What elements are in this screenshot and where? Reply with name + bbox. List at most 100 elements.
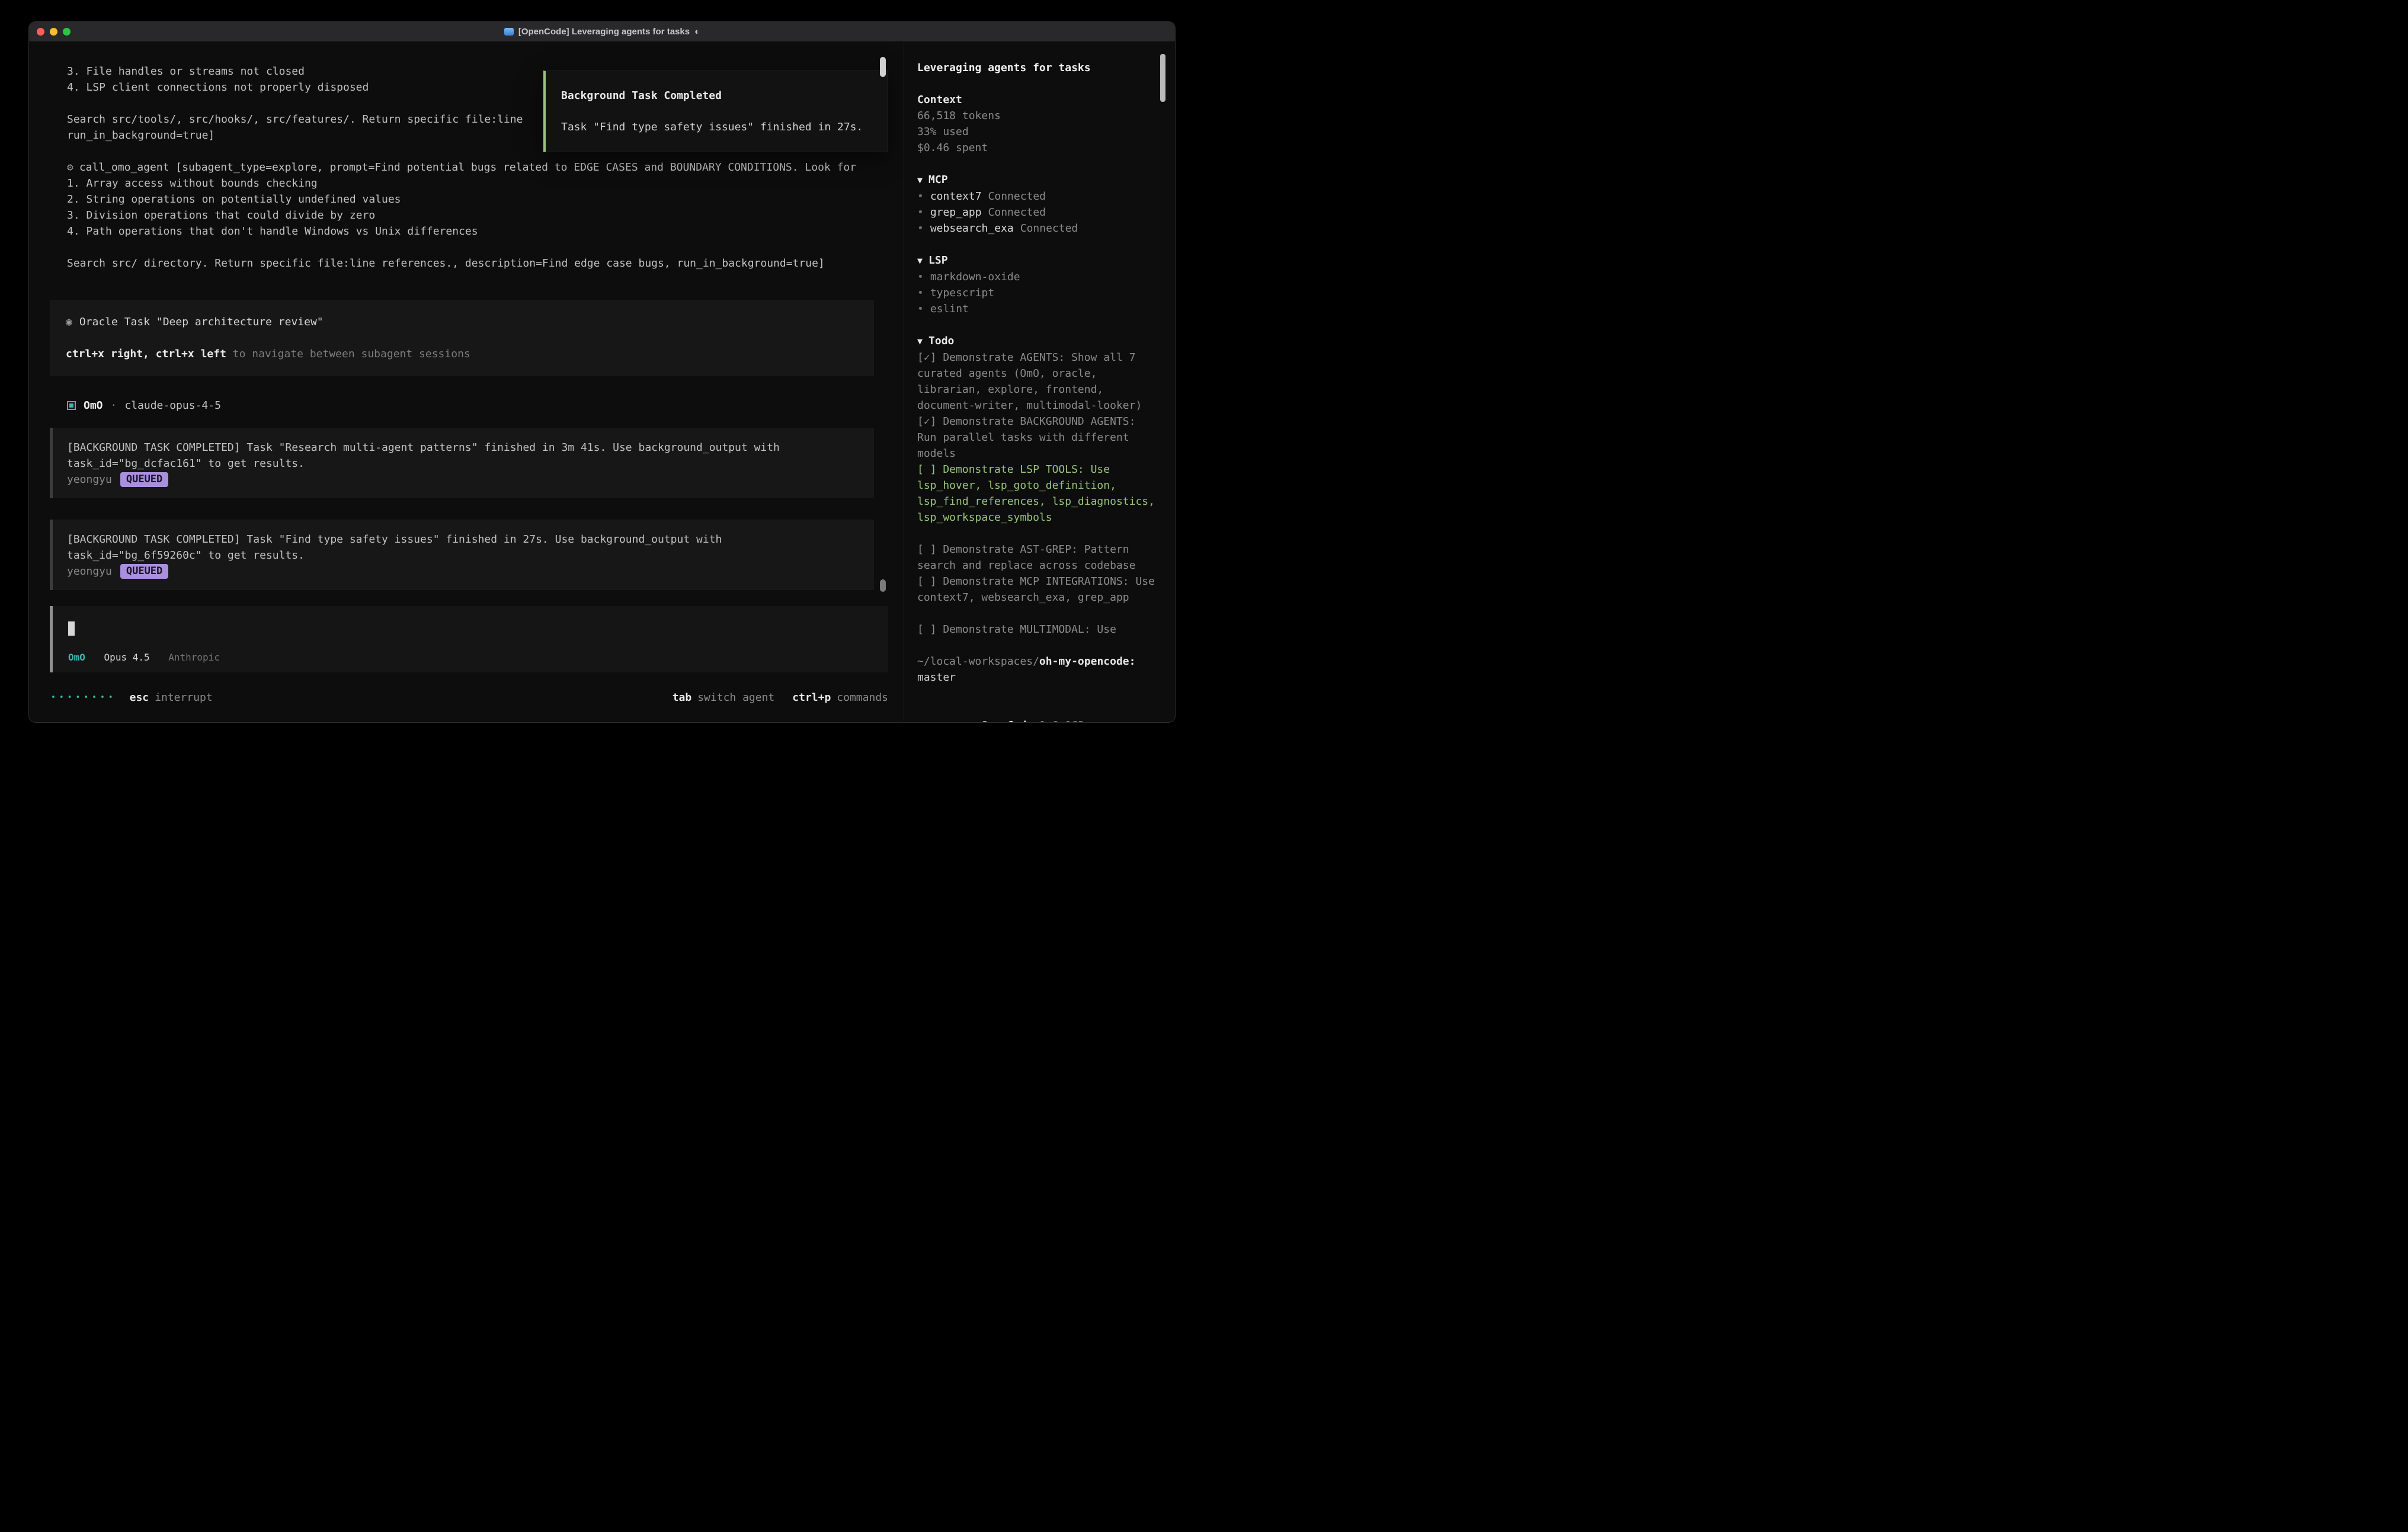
todo-section-heading[interactable]: ▼Todo [917, 333, 1157, 350]
terminal-window: [OpenCode] Leveraging agents for tasks ◐… [28, 21, 1176, 723]
tool-call-item: 3. Division operations that could divide… [50, 207, 888, 223]
progress-icon: ◐ [694, 27, 700, 37]
ctrlp-key-label: ctrl+p [792, 691, 831, 704]
chat-scrollbar-thumb-bottom[interactable] [880, 579, 886, 592]
mcp-status: Connected [988, 190, 1046, 203]
tool-call-line: ⚙ call_omo_agent [subagent_type=explore, … [50, 159, 888, 175]
minimize-button[interactable] [50, 28, 57, 36]
todo-spacer [917, 605, 1157, 621]
tool-call-item: 4. Path operations that don't handle Win… [50, 223, 888, 239]
lsp-item: • eslint [917, 301, 1157, 317]
collapse-arrow-icon: ▼ [917, 175, 923, 185]
status-badge: QUEUED [120, 472, 168, 487]
mcp-name: grep_app [930, 206, 982, 219]
tool-call-tail: Search src/ directory. Return specific f… [50, 255, 888, 271]
agent-checkbox-icon [67, 401, 76, 410]
app-name-bold: Code [1007, 719, 1033, 722]
bullet-icon: • [917, 206, 924, 219]
toast-title: Background Task Completed [561, 88, 872, 104]
workspace-repo: oh-my-opencode: [1039, 655, 1136, 668]
oracle-task-title-line: ◉ Oracle Task "Deep architecture review" [66, 314, 860, 330]
context-heading: Context [917, 92, 1157, 108]
tool-call-text: call_omo_agent [subagent_type=explore, p… [79, 161, 856, 174]
gear-icon: ⚙ [67, 161, 73, 174]
sidebar[interactable]: Leveraging agents for tasks Context 66,5… [904, 42, 1175, 722]
window-icon [504, 28, 514, 36]
mcp-section-heading[interactable]: ▼ MCP [917, 172, 1157, 188]
todo-item: [ ] Demonstrate MULTIMODAL: Use [917, 621, 1157, 637]
status-badge: QUEUED [120, 564, 168, 579]
todo-item: [ ] Demonstrate MCP INTEGRATIONS: Use co… [917, 573, 1157, 605]
context-used: 33% used [917, 124, 1157, 140]
todo-item: [✓] Demonstrate BACKGROUND AGENTS: Run p… [917, 414, 1157, 461]
oracle-status-icon: ◉ [66, 316, 72, 328]
panel-spacer [66, 330, 860, 346]
toast-body: Task "Find type safety issues" finished … [561, 119, 872, 135]
message-author: yeongyu [67, 563, 112, 579]
lsp-heading-label: LSP [928, 254, 948, 267]
workspace-prefix: ~/local-workspaces/ [917, 655, 1039, 668]
bullet-icon: • [917, 303, 924, 315]
model-name: Opus 4.5 [104, 652, 150, 663]
tool-call-item: 1. Array access without bounds checking [50, 175, 888, 191]
lsp-section-heading[interactable]: ▼LSP [917, 252, 1157, 269]
tab-key-label: tab [673, 691, 692, 704]
tool-call-item: 2. String operations on potentially unde… [50, 191, 888, 207]
bullet-icon: • [917, 287, 924, 299]
mcp-heading-label: MCP [928, 174, 948, 186]
model-info-line: OmO Opus 4.5 Anthropic [68, 652, 874, 668]
lsp-item: •markdown-oxide [917, 269, 1157, 285]
agent-model: claude-opus-4-5 [124, 398, 221, 414]
lsp-name: markdown-oxide [930, 271, 1020, 283]
toast-notification[interactable]: Background Task Completed Task "Find typ… [543, 70, 888, 152]
esc-action-label: interrupt [155, 691, 213, 704]
bullet-icon: • [969, 719, 975, 722]
chat-line [50, 239, 888, 255]
oracle-task-title: Oracle Task "Deep architecture review" [79, 316, 324, 328]
interrupt-hint: esc interrupt [130, 691, 213, 704]
titlebar[interactable]: [OpenCode] Leveraging agents for tasks ◐ [29, 22, 1175, 42]
workspace-path: ~/local-workspaces/oh-my-opencode: maste… [917, 653, 1157, 685]
ctrlp-action-label: commands [837, 691, 888, 704]
commands-hint: ctrl+p commands [792, 691, 888, 704]
app-version-line: •OpenCode1.0.163 [917, 701, 1157, 722]
prompt-input[interactable]: OmO Opus 4.5 Anthropic [50, 606, 888, 672]
todo-spacer [917, 525, 1157, 541]
lsp-name: typescript [930, 287, 994, 299]
message-meta: yeongyu QUEUED [67, 563, 860, 579]
window-title: [OpenCode] Leveraging agents for tasks ◐ [29, 27, 1175, 37]
mcp-name: context7 [930, 190, 982, 203]
zoom-button[interactable] [63, 28, 71, 36]
mcp-item: •context7Connected [917, 188, 1157, 204]
shortcut-keys: ctrl+x right, ctrl+x left [66, 348, 226, 360]
spinner-dots: •••••••• [51, 693, 117, 702]
switch-agent-hint: tabswitch agent [673, 691, 775, 704]
text-cursor [68, 621, 75, 636]
sidebar-scrollbar-thumb[interactable] [1160, 54, 1165, 102]
chat-scroll-area[interactable]: 3. File handles or streams not closed 4.… [29, 42, 904, 606]
message-meta: yeongyu QUEUED [67, 472, 860, 488]
todo-item: [ ] Demonstrate LSP TOOLS: Use lsp_hover… [917, 461, 1157, 525]
app-name-normal: Open [982, 719, 1007, 722]
agent-separator: · [111, 398, 117, 414]
workspace-branch: master [917, 669, 1157, 685]
bullet-icon: • [917, 222, 924, 235]
main-pane: 3. File handles or streams not closed 4.… [29, 42, 904, 722]
oracle-task-panel: ◉Oracle Task "Deep architecture review" … [50, 300, 874, 376]
mcp-name: websearch_exa [930, 222, 1014, 235]
agent-name: OmO [84, 398, 103, 414]
close-button[interactable] [37, 28, 44, 36]
model-provider: Anthropic [168, 652, 220, 663]
message-author: yeongyu [67, 472, 112, 488]
esc-key-label: esc [130, 691, 149, 704]
collapse-arrow-icon: ▼ [917, 336, 923, 347]
session-title: Leveraging agents for tasks [917, 60, 1157, 76]
message-line: [BACKGROUND TASK COMPLETED] Task "Find t… [67, 531, 860, 547]
traffic-lights [29, 28, 71, 36]
context-spent: $0.46 spent [917, 140, 1157, 156]
mcp-item: • grep_app Connected [917, 204, 1157, 220]
chat-scrollbar-thumb-top[interactable] [880, 57, 886, 77]
message-line: task_id="bg_dcfac161" to get results. [67, 456, 860, 472]
lsp-name: eslint [930, 303, 969, 315]
mcp-status: Connected [988, 206, 1046, 219]
